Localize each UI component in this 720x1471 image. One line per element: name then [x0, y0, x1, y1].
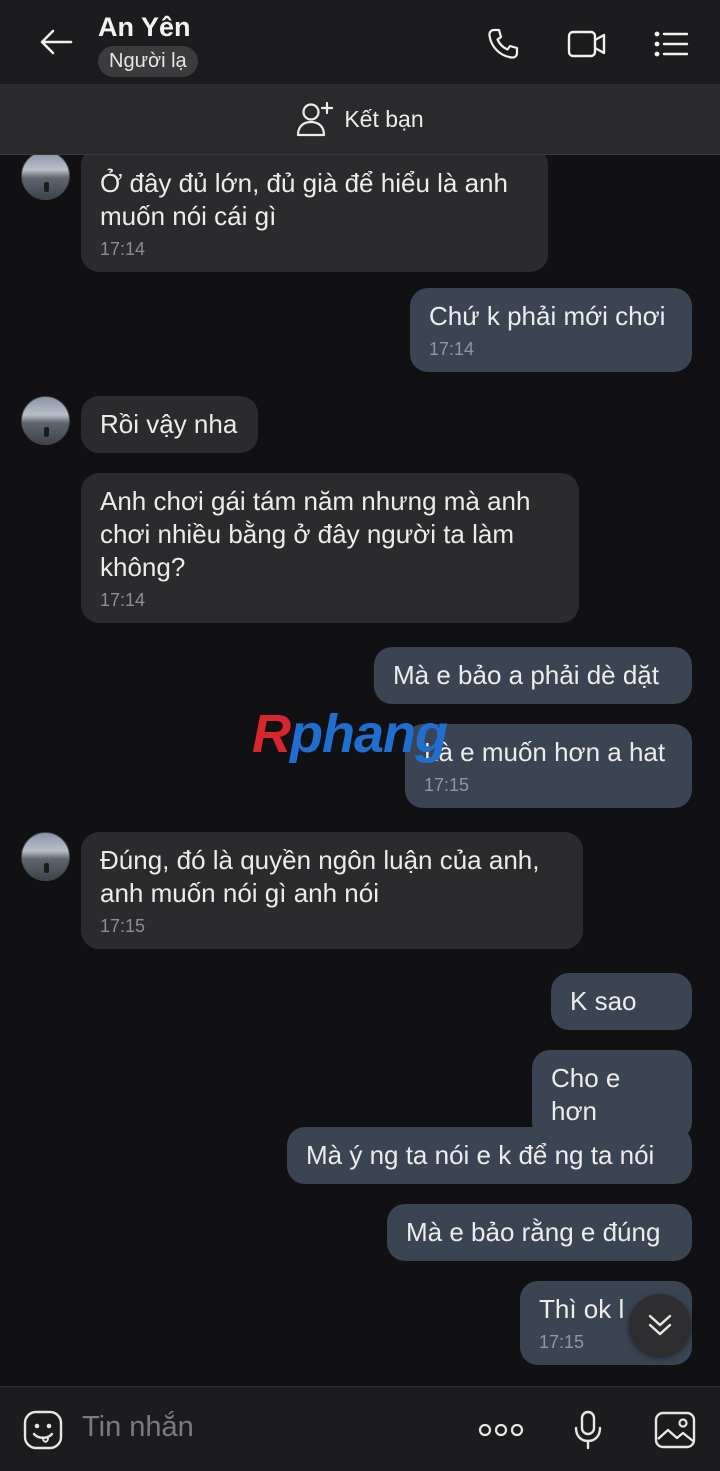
double-chevron-down-icon: [648, 1314, 672, 1336]
contact-avatar[interactable]: [21, 396, 70, 445]
stranger-badge: Người lạ: [98, 46, 198, 77]
add-friend-bar: Kết bạn: [0, 84, 720, 155]
watermark-first-letter: R: [252, 704, 291, 764]
message-bubble[interactable]: Ở đây đủ lớn, đủ già để hiểu là anh muốn…: [81, 155, 548, 272]
scroll-to-bottom-button[interactable]: [629, 1294, 691, 1356]
chat-header: An Yên Người lạ: [0, 0, 720, 84]
message-bubble[interactable]: K sao: [551, 973, 692, 1030]
message-list[interactable]: Ở đây đủ lớn, đủ già để hiểu là anh muốn…: [0, 155, 720, 1386]
message-time: 17:14: [100, 590, 146, 610]
message-bubble[interactable]: Rồi vậy nha: [81, 396, 258, 453]
video-call-button[interactable]: [565, 22, 609, 66]
message-bubble[interactable]: Mà e bảo a phải dè dặt: [374, 647, 692, 704]
voice-call-button[interactable]: [481, 22, 525, 66]
message-text: Chứ k phải mới chơi: [429, 301, 666, 331]
phone-icon: [488, 28, 519, 59]
message-text: Anh chơi gái tám năm nhưng mà anh chơi n…: [100, 486, 531, 582]
contact-avatar[interactable]: [21, 155, 70, 200]
message-time: 17:14: [429, 339, 475, 359]
message-text: Là e muốn hơn a hat: [424, 737, 666, 767]
message-text: Mà e bảo rằng e đúng: [406, 1217, 661, 1247]
contact-avatar[interactable]: [21, 832, 70, 881]
message-text: Mà ý ng ta nói e k để ng ta nói: [306, 1140, 655, 1170]
message-input[interactable]: Tin nhắn: [82, 1411, 194, 1444]
message-text: Rồi vậy nha: [100, 409, 238, 439]
message-bubble[interactable]: Mà e bảo rằng e đúng: [387, 1204, 692, 1261]
list-menu-icon: [654, 31, 689, 57]
video-camera-icon: [567, 30, 606, 58]
contact-name[interactable]: An Yên: [98, 12, 191, 43]
more-options-button[interactable]: [477, 1408, 525, 1452]
message-text: K sao: [570, 986, 637, 1016]
voice-record-button[interactable]: [566, 1408, 610, 1452]
message-text: Cho e hơn: [551, 1063, 621, 1126]
add-person-icon: [297, 101, 334, 137]
image-icon: [654, 1411, 696, 1449]
message-time: 17:15: [100, 916, 146, 936]
message-bubble[interactable]: Là e muốn hơn a hat 17:15: [405, 724, 692, 808]
add-friend-button[interactable]: Kết bạn: [296, 101, 424, 137]
message-bubble[interactable]: Đúng, đó là quyền ngôn luận của anh, anh…: [81, 832, 583, 949]
message-text: Mà e bảo a phải dè dặt: [393, 660, 659, 690]
message-bubble[interactable]: Anh chơi gái tám năm nhưng mà anh chơi n…: [81, 473, 579, 623]
message-text: Ở đây đủ lớn, đủ già để hiểu là anh muốn…: [100, 168, 508, 231]
sticker-button[interactable]: [21, 1408, 65, 1452]
menu-button[interactable]: [649, 22, 693, 66]
message-bubble[interactable]: Mà ý ng ta nói e k để ng ta nói: [287, 1127, 692, 1184]
message-time: 17:14: [100, 239, 146, 259]
back-button[interactable]: [28, 20, 84, 64]
sticker-face-icon: [23, 1410, 63, 1450]
message-text: Đúng, đó là quyền ngôn luận của anh, anh…: [100, 845, 540, 908]
back-arrow-icon: [40, 29, 73, 55]
message-composer: Tin nhắn: [0, 1386, 720, 1471]
microphone-icon: [574, 1410, 602, 1450]
more-dots-icon: [478, 1423, 524, 1437]
photo-gallery-button[interactable]: [653, 1408, 697, 1452]
message-bubble[interactable]: Chứ k phải mới chơi 17:14: [410, 288, 692, 372]
message-time: 17:15: [424, 775, 470, 795]
add-friend-label: Kết bạn: [344, 105, 424, 132]
message-text: Thì ok l: [539, 1294, 625, 1324]
